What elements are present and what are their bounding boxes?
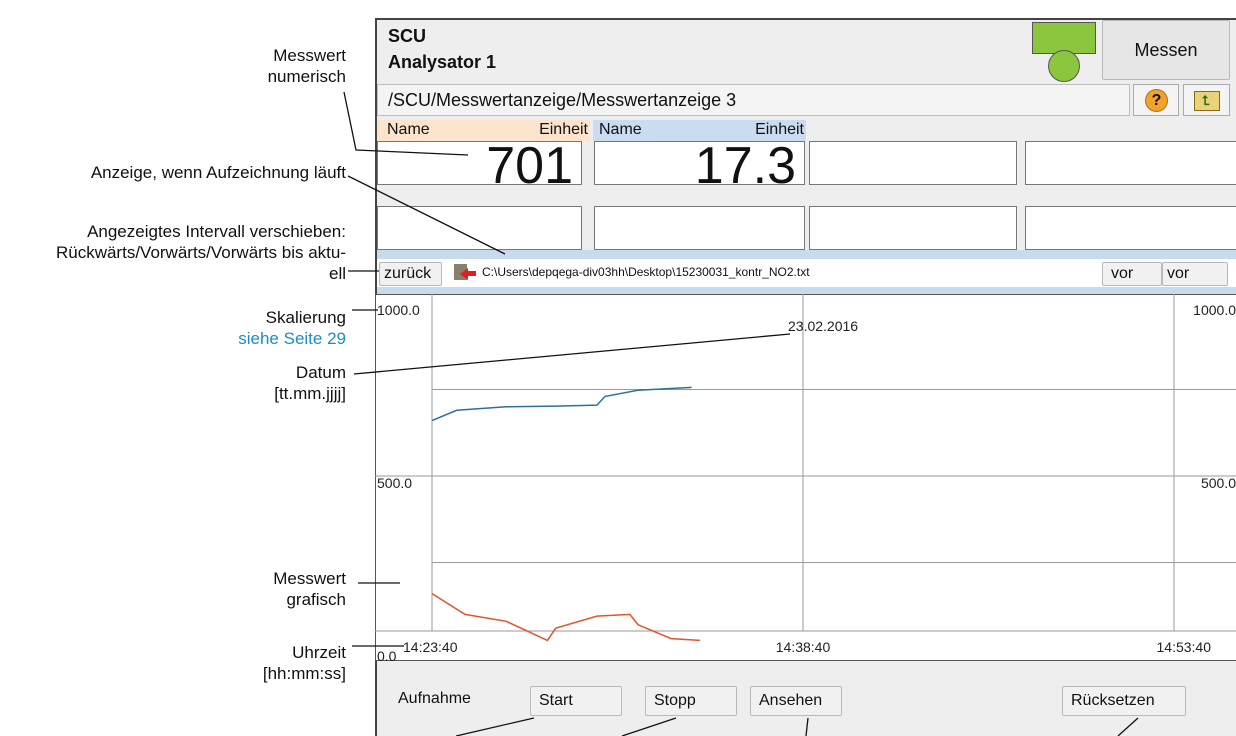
leader-view <box>805 717 809 736</box>
figure: Messwert numerisch Anzeige, wenn Aufzeich… <box>0 0 1236 736</box>
leader-recording-indicator <box>347 175 506 255</box>
leader-reset <box>1117 717 1139 736</box>
leader-stop <box>621 717 677 736</box>
leader-measured-numeric <box>343 91 469 156</box>
leader-lines <box>343 91 1139 736</box>
leader-date <box>353 333 791 375</box>
leader-start <box>455 717 535 736</box>
